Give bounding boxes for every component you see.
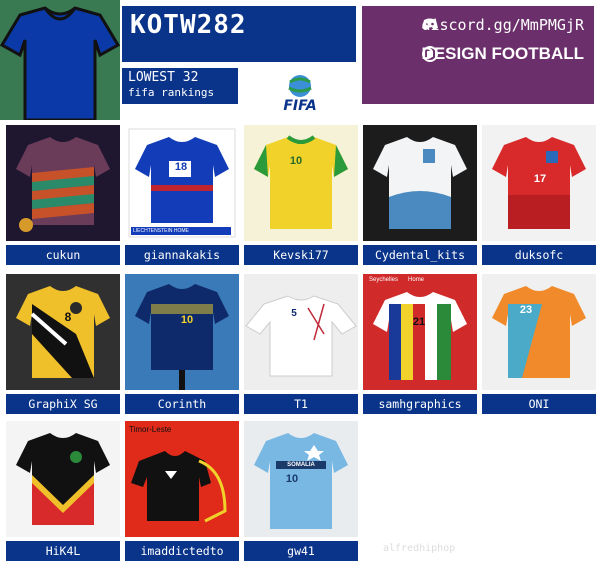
kit-number: 18 bbox=[174, 161, 188, 173]
kit-image: 8 bbox=[6, 274, 120, 390]
watermark: alfredhiphop bbox=[383, 543, 456, 554]
kit-number: 23 bbox=[519, 304, 533, 316]
entry-author-label: Cydental_kits bbox=[363, 245, 477, 265]
entry-author-label: GraphiX SG bbox=[6, 394, 120, 414]
entry-author-label: duksofc bbox=[482, 245, 596, 265]
kit-number: 10 bbox=[285, 473, 299, 485]
kit-image: SOMALIA 10 bbox=[244, 421, 358, 537]
kit-image bbox=[6, 125, 120, 241]
kit-number: 17 bbox=[533, 173, 547, 185]
entry-author-label: HiK4L bbox=[6, 541, 120, 561]
kit-image: 5 bbox=[244, 274, 358, 390]
discord-link[interactable]: discord.gg/MmPMGjR bbox=[421, 16, 584, 34]
entry-author-label: gw41 bbox=[244, 541, 358, 561]
title-banner: KOTW282 bbox=[122, 6, 356, 62]
featured-shirt-image bbox=[0, 0, 120, 120]
kit-image: 10 bbox=[244, 125, 358, 241]
discord-banner: discord.gg/MmPMGjR DESIGN FOOTBALL bbox=[362, 6, 594, 104]
entry-author-label: imaddictedto bbox=[125, 541, 239, 561]
kit-caption: Timor-Leste bbox=[129, 425, 172, 434]
kit-image bbox=[6, 421, 120, 537]
fifa-logo-text: FIFA bbox=[283, 98, 317, 114]
subtitle-banner: LOWEST 32 fifa rankings bbox=[122, 68, 238, 104]
kit-caption: LIECHTENSTEIN HOME bbox=[133, 228, 189, 234]
kit-image: 17 bbox=[482, 125, 596, 241]
kit-caption: Seychelles Home bbox=[369, 277, 425, 283]
kit-image: Timor-Leste bbox=[125, 421, 239, 537]
kit-number: 10 bbox=[180, 314, 194, 326]
subtitle-line-2: fifa rankings bbox=[128, 86, 215, 99]
kit-image: 18 LIECHTENSTEIN HOME bbox=[125, 125, 239, 241]
kit-image: 23 bbox=[482, 274, 596, 390]
kit-image: 10 bbox=[125, 274, 239, 390]
brand-name: DESIGN FOOTBALL bbox=[421, 44, 584, 63]
entry-author-label: T1 bbox=[244, 394, 358, 414]
subtitle-line-1: LOWEST 32 bbox=[128, 70, 199, 85]
entry-author-label: Kevski77 bbox=[244, 245, 358, 265]
kit-image bbox=[363, 125, 477, 241]
entry-author-label: giannakakis bbox=[125, 245, 239, 265]
entry-author-label: samhgraphics bbox=[363, 394, 477, 414]
kit-caption: SOMALIA bbox=[287, 462, 315, 468]
fifa-logo: FIFA bbox=[278, 74, 322, 114]
kit-image: Seychelles Home 21 bbox=[363, 274, 477, 390]
page-title: KOTW282 bbox=[130, 10, 247, 40]
entry-author-label: ONI bbox=[482, 394, 596, 414]
kit-number: 21 bbox=[412, 316, 426, 328]
kit-number: 10 bbox=[289, 155, 303, 167]
kit-number: 8 bbox=[64, 310, 72, 324]
kit-number: 5 bbox=[291, 308, 297, 319]
entry-author-label: Corinth bbox=[125, 394, 239, 414]
entry-author-label: cukun bbox=[6, 245, 120, 265]
